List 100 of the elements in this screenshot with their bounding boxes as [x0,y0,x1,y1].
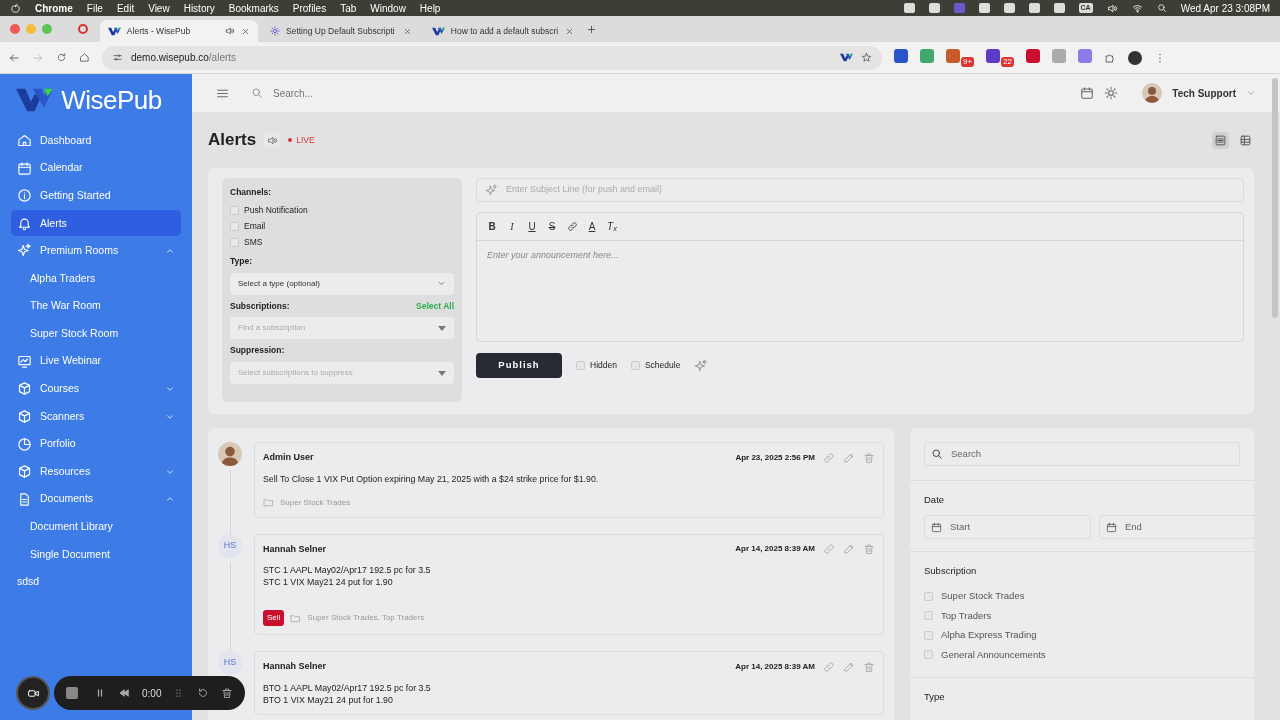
site-settings-icon[interactable] [112,52,123,63]
menu-item[interactable]: Bookmarks [228,0,279,16]
format-button[interactable]: T$_{x}$ [605,218,619,235]
text-input[interactable]: End [1123,519,1254,536]
status-icon[interactable] [903,3,915,13]
start-date-field[interactable]: Start [924,515,1091,540]
theme-icon[interactable] [1104,86,1119,100]
close-icon[interactable] [403,26,412,36]
address-bar[interactable]: demo.wisepub.co/alerts [102,45,882,70]
text-input[interactable]: Start [948,519,1084,536]
sidebar-item[interactable]: Getting Started [11,182,181,209]
browser-tab[interactable]: How to add a default subscri [424,20,582,42]
checkbox[interactable]: Alpha Express Trading [924,625,1240,645]
menu-item[interactable]: View [148,0,170,16]
close-icon[interactable] [241,26,250,36]
menu-item[interactable]: History [183,0,215,16]
view-toggle[interactable] [1212,131,1229,149]
checkbox[interactable]: Hidden [576,357,617,374]
checkbox[interactable]: General Announcements [924,645,1240,665]
checkbox[interactable]: Super Stock Trades [924,586,1240,606]
status-icon[interactable] [978,3,990,13]
search-field[interactable]: Search [924,442,1240,466]
sidebar-item[interactable]: Document Library [11,513,181,540]
sidebar-item[interactable]: Scanners [11,403,181,430]
volume-icon[interactable] [1106,2,1118,14]
format-button[interactable]: I [505,218,519,235]
record-icon[interactable] [78,24,88,34]
extension-icon[interactable] [1026,48,1041,63]
stop-icon[interactable] [66,687,78,699]
extension-icon[interactable] [894,48,908,63]
menu-item[interactable]: Help [419,0,441,16]
checkbox[interactable]: SMS [230,234,454,251]
rewind-icon[interactable] [118,687,130,699]
menu-item[interactable]: Edit [116,0,135,16]
checkbox[interactable]: Schedule [630,357,681,374]
menu-item[interactable]: File [86,0,103,16]
sidebar-item[interactable]: Calendar [11,155,181,182]
caret-icon[interactable] [438,325,446,331]
browser-tab[interactable]: Setting Up Default Subscripti [262,20,420,42]
format-button[interactable]: B [485,218,499,235]
sidebar-item[interactable]: The War Room [11,293,181,320]
sidebar-item[interactable]: Dashboard [11,127,181,154]
sidebar-item[interactable]: Courses [11,375,181,402]
editor[interactable]: B I U S A T$_{x}$ Enter your announcement here... [476,212,1244,342]
text-input[interactable]: Search [949,445,1233,463]
subject-field[interactable]: Enter Subject Line (for push and email) [476,178,1244,202]
publish-button[interactable]: Publish [476,353,562,378]
avatar[interactable] [1142,83,1163,103]
checkbox[interactable]: Top Traders [924,606,1240,626]
sidebar-item[interactable]: Alpha Traders [11,265,181,292]
back-icon[interactable] [8,51,20,64]
bookmark-icon[interactable] [861,52,872,63]
user-name[interactable]: Tech Support [1172,85,1236,101]
sidebar-item[interactable]: Single Document [11,541,181,568]
calendar-icon[interactable] [931,521,942,533]
sidebar-item[interactable]: Alerts [11,210,181,237]
end-date-field[interactable]: End [1099,515,1254,540]
profile-avatar[interactable] [1128,50,1143,65]
wifi-icon[interactable] [1131,2,1143,14]
new-tab-icon[interactable] [586,23,597,35]
search-field[interactable]: Search... [271,84,471,102]
app-menu[interactable]: Chrome [35,0,73,16]
status-icon[interactable] [1003,3,1015,13]
sparkle-icon[interactable] [485,183,498,197]
extension-icon[interactable] [946,48,960,63]
trash-icon[interactable] [221,687,234,699]
format-button[interactable]: A [585,218,599,235]
reload-icon[interactable] [56,52,67,63]
status-icon[interactable] [1028,3,1040,13]
menu-item[interactable]: Profiles [292,0,327,16]
sidebar-item[interactable]: Porfolio [11,431,181,458]
scrollbar[interactable] [1272,78,1278,318]
apple-icon[interactable] [10,2,21,14]
browser-tab[interactable]: Alerts - WisePub [100,20,258,42]
restart-icon[interactable] [197,687,210,699]
speaker-icon[interactable] [225,26,235,36]
calendar-icon[interactable] [1080,86,1095,100]
caret-icon[interactable] [438,370,446,376]
sidebar-item[interactable]: Resources [11,458,181,485]
extension-icon[interactable] [1078,48,1093,63]
puzzle-icon[interactable] [1104,51,1117,64]
type-select[interactable]: Select a type (optional) [230,272,454,295]
sidebar-item[interactable]: sdsd [11,569,181,596]
format-button[interactable]: U [525,218,539,235]
sidebar-item[interactable]: Premium Rooms [11,237,181,264]
sound-toggle[interactable] [264,132,281,148]
format-button[interactable]: S [545,218,559,235]
status-icon[interactable] [1053,3,1065,13]
close-icon[interactable] [565,26,574,36]
checkbox[interactable]: Push Notification [230,202,454,219]
search-icon[interactable] [1156,3,1167,13]
text-input[interactable]: Enter Subject Line (for push and email) [504,182,1235,198]
checkbox[interactable]: Email [230,218,454,235]
status-icon[interactable] [928,3,940,13]
sidebar-item[interactable]: Super Stock Room [11,320,181,347]
sidebar-item[interactable]: Documents [11,486,181,513]
announcement-editor[interactable]: Enter your announcement here... [477,241,1243,341]
menu-item[interactable]: Window [370,0,406,16]
extension-icon[interactable] [986,48,1001,63]
home-icon[interactable] [79,52,90,63]
